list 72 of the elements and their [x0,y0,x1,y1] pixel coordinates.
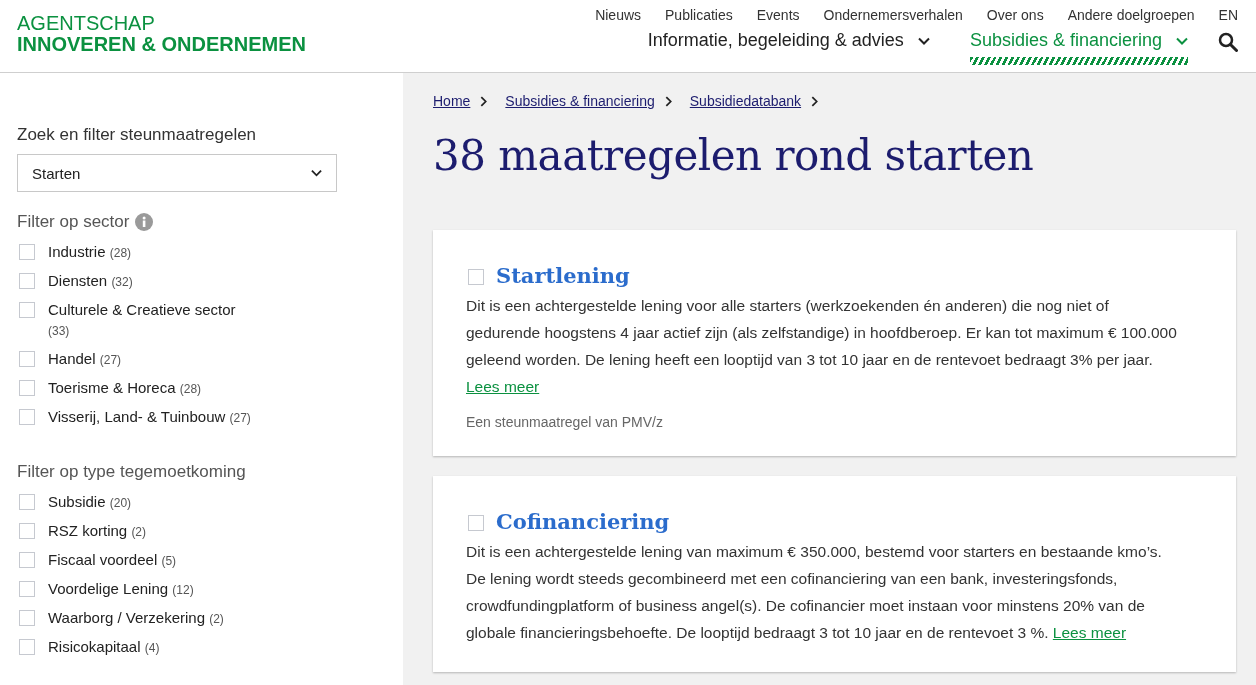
theme-dropdown[interactable]: Starten [17,154,337,192]
checkbox[interactable] [19,494,35,510]
read-more-link[interactable]: Lees meer [1052,624,1127,641]
read-more-link[interactable]: Lees meer [466,378,540,395]
result-title-link[interactable]: Cofinanciering [496,509,670,534]
checkbox[interactable] [19,302,35,318]
option-count: (28) [109,246,132,260]
checkbox[interactable] [19,581,35,597]
top-nav-link[interactable]: Andere doelgroepen [1067,7,1195,23]
checkbox[interactable] [19,610,35,626]
option-count: (5) [161,554,177,568]
search-icon[interactable] [1218,31,1238,52]
option-label[interactable]: Voordelige Lening [48,580,169,597]
chevron-down-icon [1176,36,1188,45]
top-nav-link[interactable]: Publicaties [665,7,733,23]
top-nav-link[interactable]: Ondernemersverhalen [823,7,963,23]
checkbox[interactable] [468,514,484,531]
chevron-down-icon [917,36,930,45]
option-label[interactable]: Fiscaal voordeel [48,551,158,568]
option-count: (4) [144,641,160,655]
provider-text: Een steunmaatregel van PMV/z [466,414,664,430]
option-count: (2) [209,612,224,626]
option-count: (28) [179,382,202,396]
checkbox[interactable] [19,552,35,568]
option-count: (32) [111,275,133,289]
chevron-icon [811,95,819,107]
option-count: (33) [48,324,70,338]
checkbox[interactable] [19,351,35,367]
result-title-link[interactable]: Startlening [496,263,630,288]
checkbox[interactable] [19,639,35,655]
option-count: (2) [131,525,147,539]
top-nav-link[interactable]: Events [756,7,800,23]
filter-label: Zoek en filter steunmaatregelen [17,125,258,145]
option-label[interactable]: Diensten [48,272,108,289]
breadcrumb-link[interactable]: Subsidiedatabank [689,93,802,109]
breadcrumb-link[interactable]: Home [433,93,471,109]
option-label[interactable]: Waarborg / Verzekering [48,609,206,626]
main-nav-tab[interactable]: Subsidies & financiering [969,30,1188,65]
result-description: Dit is een achtergestelde lening van maximum € 350.000, bestemd voor starters en bestaande kmo’s. De lening wordt steeds gecombineerd met een cofinanciering van een bank, investeringsfonds, crowdfundingplatform of business angel(s). De cofinancier moet instaan voor minstens 20% van de globale financieringsbehoefte. De looptijd bedraagt 3 tot 10 jaar en de rentevoet 3 %. Lees meer [466,542,1163,643]
info-icon[interactable] [135,213,154,231]
logo-text[interactable]: INNOVEREN & ONDERNEMEN [17,34,306,55]
option-label[interactable]: Industrie [48,243,106,260]
option-label[interactable]: Culturele & Creatieve sector [48,301,236,318]
option-label[interactable]: Visserij, Land- & Tuinbouw [48,408,226,425]
chevron-icon [664,95,672,107]
option-label[interactable]: Handel [48,350,96,367]
top-nav-link[interactable]: Over ons [986,7,1044,23]
page-heading: 38 maatregelen rond starten [433,131,1035,180]
option-count: (27) [99,353,122,367]
option-label[interactable]: Subsidie [48,493,106,510]
filter-title: Filter op type tegemoetkoming [17,462,246,482]
checkbox[interactable] [19,380,35,396]
result-description: Dit is een achtergestelde lening voor alle starters (werkzoekenden én anderen) die nog niet of gedurende hoogstens 4 jaar actief zijn (als zelfstandige) in hoofdberoep. Er kan tot maximum € 100.000 geleend worden. De lening heeft een looptijd van 3 tot 10 jaar en de rentevoet bedraagt 3% per jaar. Lees meer [466,296,1178,397]
checkbox[interactable] [19,273,35,289]
checkbox[interactable] [19,244,35,260]
logo-text[interactable]: AGENTSCHAP [17,13,306,34]
checkbox[interactable] [19,523,35,539]
option-label[interactable]: RSZ korting [48,522,128,539]
main-nav-tab[interactable]: Informatie, begeleiding & advies [647,30,930,65]
checkbox[interactable] [19,409,35,425]
breadcrumb-link[interactable]: Subsidies & financiering [505,93,655,109]
top-nav-link[interactable]: EN [1218,7,1238,23]
chevron-down-icon [311,169,322,177]
option-label[interactable]: Toerisme & Horeca [48,379,176,396]
option-count: (20) [109,496,132,510]
filter-title: Filter op sector [17,212,130,232]
option-count: (27) [229,411,251,425]
option-count: (12) [172,583,194,597]
chevron-icon [480,95,488,107]
checkbox[interactable] [468,268,484,285]
option-label[interactable]: Risicokapitaal [48,638,141,655]
top-nav-link[interactable]: Nieuws [595,7,642,23]
